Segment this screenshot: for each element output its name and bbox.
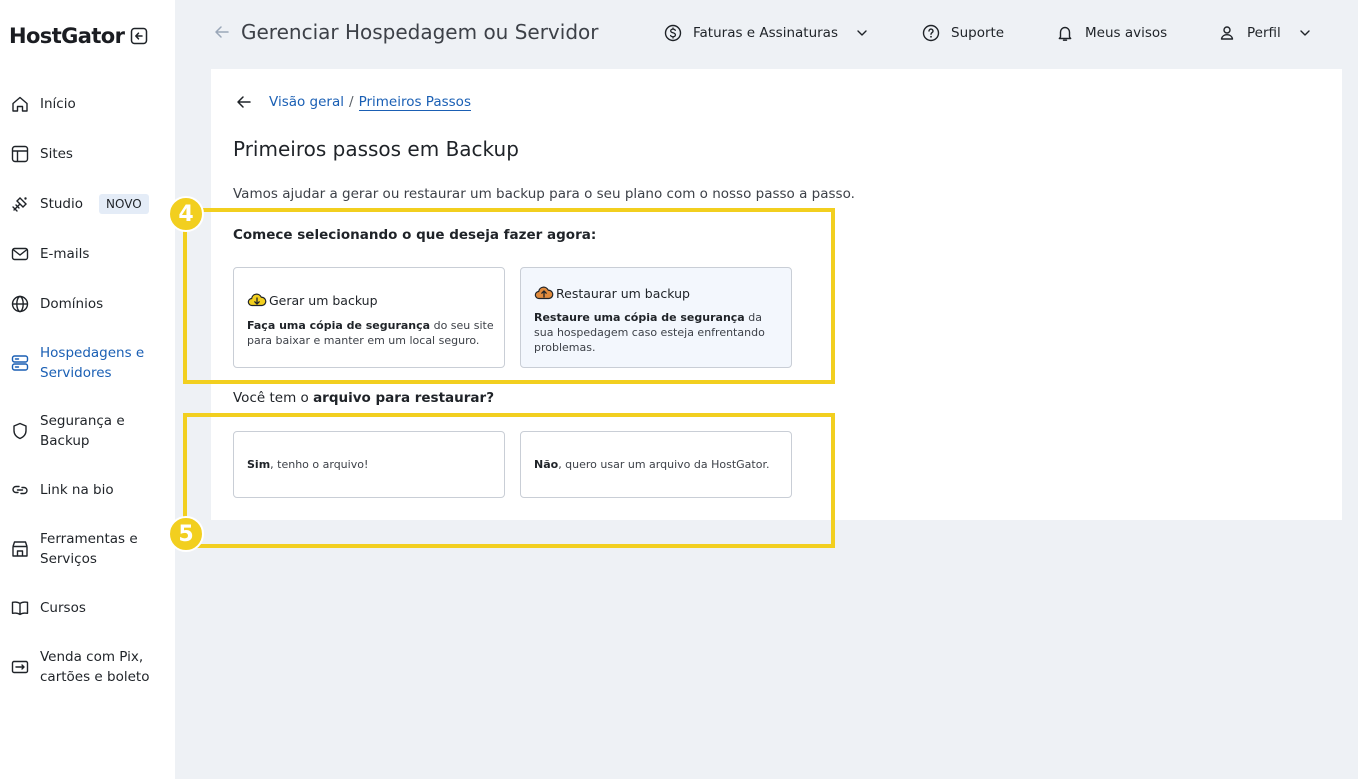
chevron-down-icon [852,23,872,43]
server-icon [10,353,30,373]
help-circle-icon [921,23,941,43]
sidebar-item-dominios[interactable]: Domínios [10,294,170,314]
sidebar-item-label: Link na bio [40,482,114,498]
support-link[interactable]: Suporte [921,23,1004,43]
sidebar-item-cursos[interactable]: Cursos [10,598,170,618]
chevron-down-icon [1295,23,1315,43]
globe-icon [10,294,30,314]
payment-icon [10,657,30,677]
sidebar-item-label: Cursos [40,600,86,616]
store-icon [10,539,30,559]
bell-icon [1055,23,1075,43]
sidebar-item-venda-pix[interactable]: Venda com Pix, cartões e boleto [10,647,170,687]
sidebar-item-label: Domínios [40,296,104,312]
billing-label: Faturas e Assinaturas [693,25,838,41]
logo[interactable]: HostGator [9,24,148,48]
shield-icon [10,421,30,441]
support-label: Suporte [951,25,1005,41]
sidebar-item-label: Sites [40,146,73,162]
step-marker-5: 5 [168,516,204,552]
notices-link[interactable]: Meus avisos [1055,23,1167,43]
dollar-circle-icon [663,23,683,43]
step-marker-4: 4 [168,196,204,232]
highlight-box-step-4 [183,208,835,384]
breadcrumb-overview-link[interactable]: Visão geral [269,94,344,110]
user-icon [1217,23,1237,43]
back-arrow-icon[interactable] [213,23,231,41]
studio-icon [10,194,30,214]
page-title: Gerenciar Hospedagem ou Servidor [241,20,599,44]
sidebar-item-label: E-mails [40,246,90,262]
sidebar-item-studio[interactable]: Studio NOVO [10,194,170,214]
sidebar-item-seguranca[interactable]: Segurança e Backup [10,411,170,451]
breadcrumb-current[interactable]: Primeiros Passos [358,94,471,111]
mail-icon [10,244,30,264]
breadcrumb-separator: / [349,94,354,110]
sidebar-item-label: Início [40,96,76,112]
book-icon [10,598,30,618]
sidebar-item-label: Studio [40,196,83,212]
sidebar-item-label: Hospedagens e Servidores [40,345,145,381]
sidebar-item-hospedagens[interactable]: Hospedagens e Servidores [10,343,170,383]
question-file: Você tem o arquivo para restaurar? [233,390,494,406]
link-icon [10,480,30,500]
notices-label: Meus avisos [1085,25,1168,41]
sidebar-item-label: Segurança e Backup [40,413,125,449]
back-arrow-icon[interactable] [235,93,253,111]
page-heading: Gerenciar Hospedagem ou Servidor [213,20,598,44]
question-file-prefix: Você tem o [233,390,314,406]
sidebar-item-inicio[interactable]: Início [10,94,170,114]
billing-menu[interactable]: Faturas e Assinaturas [663,23,872,43]
profile-menu[interactable]: Perfil [1217,23,1315,43]
section-title: Primeiros passos em Backup [233,137,519,161]
top-header: Gerenciar Hospedagem ou Servidor Faturas… [175,0,1358,69]
highlight-box-step-5 [183,413,835,548]
layout-icon [10,144,30,164]
sidebar-item-ferramentas[interactable]: Ferramentas e Serviços [10,529,170,569]
intro-text: Vamos ajudar a gerar ou restaurar um bac… [233,186,855,202]
profile-label: Perfil [1247,25,1281,41]
breadcrumb: Visão geral / Primeiros Passos [235,93,471,111]
sidebar-item-sites[interactable]: Sites [10,144,170,164]
collapse-sidebar-icon[interactable] [130,27,148,45]
sidebar-item-label: Ferramentas e Serviços [40,531,138,567]
sidebar: HostGator Início Sites Studio NOVO E-mai… [0,0,175,779]
home-icon [10,94,30,114]
question-file-bold: arquivo para restaurar? [313,390,495,406]
brand-name: HostGator [9,24,125,48]
sidebar-item-label: Venda com Pix, cartões e boleto [40,649,150,685]
sidebar-item-link-bio[interactable]: Link na bio [10,480,170,500]
new-badge: NOVO [99,194,149,214]
sidebar-item-emails[interactable]: E-mails [10,244,170,264]
